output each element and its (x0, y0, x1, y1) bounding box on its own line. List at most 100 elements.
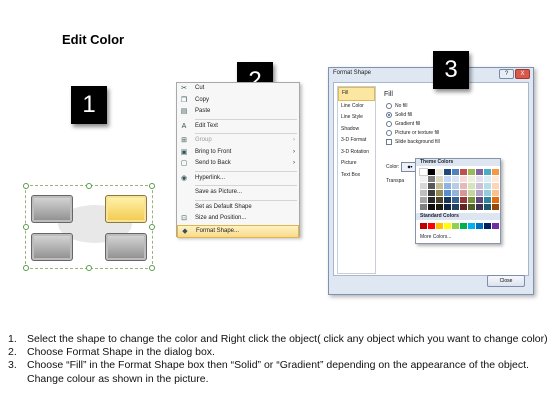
nav-item-picture[interactable]: Picture (338, 158, 375, 170)
color-swatch[interactable] (468, 176, 475, 182)
resize-handle[interactable] (23, 183, 29, 189)
resize-handle[interactable] (149, 224, 155, 230)
color-swatch[interactable] (436, 204, 443, 210)
radio-button[interactable] (386, 130, 392, 136)
menu-item-set-default-shape[interactable]: Set as Default Shape (177, 202, 299, 214)
radio-button[interactable] (386, 103, 392, 109)
color-swatch[interactable] (484, 190, 491, 196)
color-swatch[interactable] (484, 169, 491, 175)
color-swatch[interactable] (492, 183, 499, 189)
color-swatch[interactable] (428, 204, 435, 210)
color-swatch[interactable] (436, 176, 443, 182)
color-swatch[interactable] (444, 176, 451, 182)
more-colors-link[interactable]: More Colors... (420, 234, 451, 240)
color-swatch[interactable] (492, 176, 499, 182)
color-swatch[interactable] (476, 190, 483, 196)
checkbox[interactable] (386, 139, 392, 145)
color-swatch[interactable] (452, 190, 459, 196)
color-swatch[interactable] (484, 223, 491, 229)
color-swatch[interactable] (492, 197, 499, 203)
color-swatch[interactable] (452, 169, 459, 175)
menu-item-size-position[interactable]: ⊡ Size and Position... (177, 213, 299, 225)
color-swatch[interactable] (476, 169, 483, 175)
nav-item-line-style[interactable]: Line Style (338, 112, 375, 124)
color-swatch[interactable] (444, 183, 451, 189)
color-swatch[interactable] (476, 183, 483, 189)
color-swatch[interactable] (476, 204, 483, 210)
color-swatch[interactable] (468, 223, 475, 229)
color-swatch[interactable] (460, 223, 467, 229)
resize-handle[interactable] (149, 183, 155, 189)
yellow-box-shape[interactable] (105, 195, 147, 223)
color-swatch[interactable] (428, 183, 435, 189)
radio-button[interactable] (386, 121, 392, 127)
nav-item-shadow[interactable]: Shadow (338, 124, 375, 136)
nav-item-fill[interactable]: Fill (338, 87, 375, 101)
menu-item-cut[interactable]: ✂ Cut (177, 83, 299, 95)
nav-item-text-box[interactable]: Text Box (338, 170, 375, 182)
gradient-fill-option[interactable]: Gradient fill (386, 121, 420, 127)
picture-texture-fill-option[interactable]: Picture or texture fill (386, 130, 439, 136)
color-swatch[interactable] (428, 169, 435, 175)
menu-item-copy[interactable]: ❐ Copy (177, 95, 299, 107)
gray-box-shape[interactable] (105, 233, 147, 261)
close-x-button[interactable]: X (515, 69, 530, 79)
resize-handle[interactable] (149, 265, 155, 271)
color-swatch[interactable] (476, 176, 483, 182)
menu-item-paste[interactable]: ▤ Paste (177, 106, 299, 118)
menu-item-format-shape[interactable]: ◆ Format Shape... (177, 224, 299, 238)
menu-item-hyperlink[interactable]: ◉ Hyperlink... (177, 173, 299, 185)
color-swatch[interactable] (468, 204, 475, 210)
color-swatch[interactable] (468, 183, 475, 189)
color-swatch[interactable] (492, 190, 499, 196)
menu-item-edit-text[interactable]: A Edit Text (177, 121, 299, 133)
color-swatch[interactable] (428, 223, 435, 229)
color-swatch[interactable] (428, 190, 435, 196)
gray-box-shape[interactable] (31, 233, 73, 261)
color-swatch[interactable] (444, 190, 451, 196)
color-swatch[interactable] (452, 183, 459, 189)
color-swatch[interactable] (492, 223, 499, 229)
color-swatch[interactable] (484, 176, 491, 182)
color-swatch[interactable] (436, 190, 443, 196)
help-button[interactable]: ? (499, 69, 514, 79)
nav-item-3d-format[interactable]: 3-D Format (338, 135, 375, 147)
color-swatch[interactable] (420, 197, 427, 203)
color-swatch[interactable] (436, 169, 443, 175)
color-swatch[interactable] (444, 223, 451, 229)
color-swatch[interactable] (420, 223, 427, 229)
color-swatch[interactable] (419, 168, 428, 176)
color-swatch[interactable] (492, 204, 499, 210)
color-swatch[interactable] (484, 204, 491, 210)
menu-item-save-as-picture[interactable]: Save as Picture... (177, 187, 299, 199)
color-swatch[interactable] (468, 169, 475, 175)
color-swatch[interactable] (492, 169, 499, 175)
color-swatch[interactable] (468, 197, 475, 203)
color-swatch[interactable] (452, 204, 459, 210)
color-swatch[interactable] (428, 176, 435, 182)
color-swatch[interactable] (436, 223, 443, 229)
menu-item-send-to-back[interactable]: ▢ Send to Back › (177, 158, 299, 170)
menu-item-bring-to-front[interactable]: ▣ Bring to Front › (177, 147, 299, 159)
color-swatch[interactable] (468, 190, 475, 196)
color-swatch[interactable] (484, 183, 491, 189)
color-swatch[interactable] (460, 169, 467, 175)
resize-handle[interactable] (23, 224, 29, 230)
color-swatch[interactable] (460, 183, 467, 189)
color-swatch[interactable] (476, 197, 483, 203)
resize-handle[interactable] (86, 183, 92, 189)
color-swatch[interactable] (452, 197, 459, 203)
resize-handle[interactable] (86, 265, 92, 271)
color-swatch[interactable] (444, 169, 451, 175)
slide-background-fill-option[interactable]: Slide background fill (386, 139, 440, 145)
color-swatch[interactable] (436, 183, 443, 189)
color-swatch[interactable] (420, 190, 427, 196)
color-swatch[interactable] (460, 204, 467, 210)
color-swatch[interactable] (444, 204, 451, 210)
color-swatch[interactable] (420, 183, 427, 189)
close-button[interactable]: Close (487, 275, 525, 287)
nav-item-3d-rotation[interactable]: 3-D Rotation (338, 147, 375, 159)
color-swatch[interactable] (452, 223, 459, 229)
color-swatch[interactable] (420, 176, 427, 182)
color-swatch[interactable] (436, 197, 443, 203)
